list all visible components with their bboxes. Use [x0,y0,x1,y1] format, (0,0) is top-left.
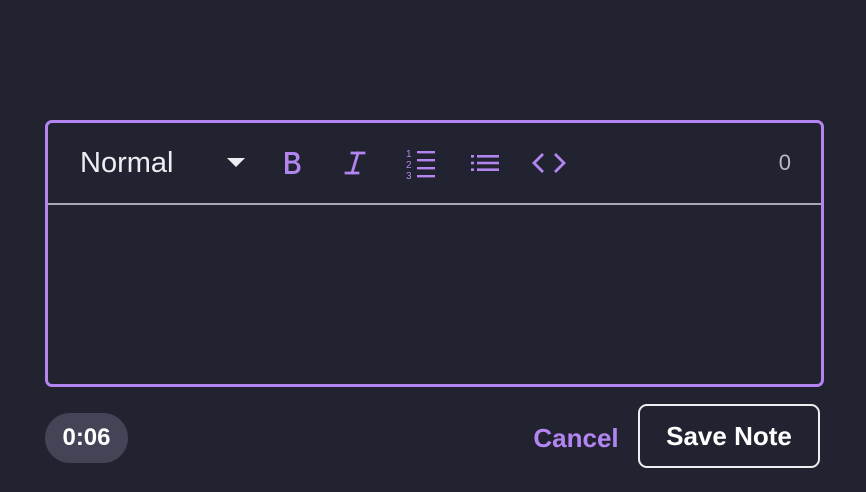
recording-timer: 0:06 [45,413,128,463]
text-format-select[interactable]: Normal [80,143,250,183]
svg-text:1: 1 [406,149,412,160]
chevron-down-icon [227,158,245,167]
note-editor: Normal 1 2 3 0 [45,120,824,387]
code-button[interactable] [529,143,569,183]
italic-icon [344,151,366,175]
bold-button[interactable] [272,143,312,183]
code-icon [532,153,566,173]
ordered-list-icon: 1 2 3 [406,149,435,180]
bullet-list-button[interactable] [465,143,505,183]
save-note-button[interactable]: Save Note [638,404,820,468]
note-text-area[interactable] [48,205,821,384]
italic-button[interactable] [335,143,375,183]
character-count: 0 [778,150,791,175]
bold-icon [285,152,301,174]
bullet-list-icon [471,155,499,171]
editor-toolbar: Normal 1 2 3 0 [48,123,821,205]
text-format-value: Normal [80,147,174,179]
ordered-list-button[interactable]: 1 2 3 [400,143,440,183]
svg-text:2: 2 [406,160,412,171]
svg-text:3: 3 [406,171,412,180]
cancel-button[interactable]: Cancel [528,414,624,462]
